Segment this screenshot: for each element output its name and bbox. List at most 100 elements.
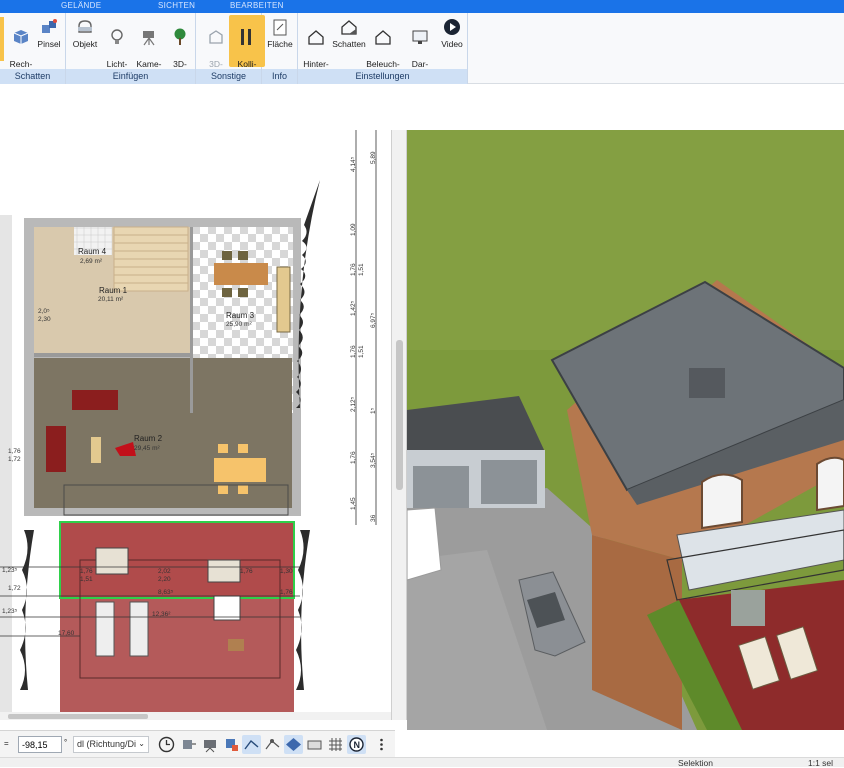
north-arrow-icon[interactable]: N xyxy=(347,735,366,754)
grid-icon[interactable] xyxy=(326,735,345,754)
flaeche-label: Fläche xyxy=(267,39,293,49)
dim-terrace-3: 2,20 xyxy=(158,576,171,583)
dim-right-1: 5,89 xyxy=(370,151,377,164)
area-document-icon xyxy=(273,19,287,36)
dim-right-7: 1,76 xyxy=(350,345,357,358)
dim-left-3: 1,72 xyxy=(8,456,21,463)
layer-icon[interactable] xyxy=(284,735,303,754)
lichtquelle-button[interactable]: Licht- quelle xyxy=(99,15,135,79)
status-bar: Selektion 1:1 sel xyxy=(0,757,844,768)
room-area-raum2: 29,45 m² xyxy=(134,445,160,452)
dim-right-14: 36 xyxy=(370,514,377,522)
objekt-button[interactable]: Objekt xyxy=(67,15,103,67)
room-label-raum2: Raum 2 xyxy=(134,434,163,443)
tree-icon xyxy=(174,28,186,45)
dim-left-2: 1,76 xyxy=(8,448,21,455)
dim-left-6: 1,23⁵ xyxy=(2,608,18,615)
ribbon-tab-bar: GELÄNDE SICHTEN BEARBEITEN xyxy=(0,0,844,13)
dim-left-4: 1,23⁵ xyxy=(2,567,18,574)
group-label-einstellungen: Einstellungen xyxy=(298,69,467,84)
house-shadow-icon xyxy=(341,20,357,35)
3d-scene xyxy=(407,130,844,730)
angle-input[interactable] xyxy=(18,736,62,753)
room-label-raum3: Raum 3 xyxy=(226,311,255,320)
hintergrund-button[interactable]: Hinter- grund xyxy=(298,15,334,79)
pinsel-label: Pinsel xyxy=(37,39,61,49)
camera-tripod-icon xyxy=(143,31,155,46)
view-splitter[interactable] xyxy=(391,130,407,720)
3d-view[interactable] xyxy=(407,130,844,730)
light-bulb-icon xyxy=(111,29,123,44)
more-options-icon[interactable] xyxy=(372,735,391,754)
direction-select[interactable]: dl (Richtung/Di ⌄ xyxy=(73,736,149,753)
group-label-sonstige: Sonstige xyxy=(196,69,261,84)
ribbon-group-einstellungen: Hinter- grund Schatten Beleuch- tung Dar… xyxy=(298,13,468,84)
cube-icon xyxy=(13,30,29,44)
ribbon-group-einfuegen: Objekt Licht- quelle Kame- ra 3D- Bitmap… xyxy=(66,13,196,84)
chair-move-icon[interactable] xyxy=(179,735,198,754)
schatten-button[interactable]: Schatten xyxy=(331,15,367,67)
ribbon: Rech- nen Pinsel Schatten Objekt Licht- … xyxy=(0,13,844,84)
camera-view-icon[interactable] xyxy=(201,735,220,754)
clock-icon[interactable] xyxy=(157,735,176,754)
dim-terrace-2: 2,02 xyxy=(158,568,171,575)
dim-left-0: 2,0⁵ xyxy=(38,308,50,315)
dim-right-10: 1⁵ xyxy=(370,407,377,414)
splitter-scroll-thumb[interactable] xyxy=(396,340,403,490)
snap-points-icon[interactable] xyxy=(263,735,282,754)
room-label-raum1: Raum 1 xyxy=(99,286,128,295)
video-button[interactable]: Video xyxy=(434,15,470,67)
svg-text:N: N xyxy=(354,740,361,750)
beleuchtung-button[interactable]: Beleuch- tung xyxy=(365,15,401,79)
bitmap3d-button[interactable]: 3D- Bitmap xyxy=(162,15,198,79)
cubes-brush-icon xyxy=(42,19,57,33)
tab-sichten[interactable]: SICHTEN xyxy=(158,1,195,10)
dim-left-1: 2,30 xyxy=(38,316,51,323)
surface-icon[interactable] xyxy=(305,735,324,754)
dim-right-9: 2,12⁵ xyxy=(350,396,357,412)
flaeche-button[interactable]: Fläche xyxy=(262,15,298,67)
room-area-raum1: 20,11 m² xyxy=(98,296,124,303)
group-label-info: Info xyxy=(262,69,297,84)
dim-right-5: 1,42⁵ xyxy=(350,300,357,316)
dim-left-5: 1,72 xyxy=(8,585,21,592)
tab-bearbeiten[interactable]: BEARBEITEN xyxy=(230,1,284,10)
play-circle-icon xyxy=(444,19,460,35)
house-light-icon xyxy=(375,30,391,45)
dim-right-11: 1,76 xyxy=(350,451,357,464)
angle-unit-label: ° xyxy=(64,738,68,747)
room-area-raum4: 2,69 m² xyxy=(80,258,103,265)
darstellung-button[interactable]: Dar- stellung xyxy=(402,15,438,79)
dim-right-2: 1,09 xyxy=(350,223,357,236)
paint-icon[interactable] xyxy=(222,735,241,754)
group-label-schatten: Schatten xyxy=(0,69,65,84)
dim-terrace-0: 1,76 xyxy=(80,568,93,575)
pinsel-button[interactable]: Pinsel xyxy=(31,15,67,67)
dim-right-8: 1,51 xyxy=(358,345,365,358)
dim-terrace-4: 1,76 xyxy=(240,568,253,575)
dim-right-3: 1,76 xyxy=(350,263,357,276)
armchair-icon xyxy=(78,20,92,33)
schatten-label: Schatten xyxy=(332,39,366,49)
dim-right-4: 1,51 xyxy=(358,263,365,276)
dim-right-12: 3,54⁵ xyxy=(370,452,377,468)
snap-line-icon[interactable] xyxy=(242,735,261,754)
dim-terrace-1: 1,51 xyxy=(80,576,93,583)
house-background-icon xyxy=(308,30,324,45)
floor-plan-view[interactable]: Raum 4 2,69 m² Raum 1 20,11 m² Raum 3 25… xyxy=(0,130,391,720)
ribbon-group-schatten: Rech- nen Pinsel Schatten xyxy=(0,13,66,84)
section-cut-icon xyxy=(209,30,223,44)
dim-right-13: 1,45 xyxy=(350,497,357,510)
dim-left-7: 17,60 xyxy=(58,630,75,637)
collision-wall-icon xyxy=(241,29,251,45)
kollision-button[interactable]: Kolli- sion xyxy=(229,15,265,79)
tab-gelaende[interactable]: GELÄNDE xyxy=(61,1,101,10)
room-area-raum3: 25,90 m² xyxy=(226,321,252,328)
dim-terrace-7: 12,36² xyxy=(152,611,171,618)
dim-right-0: 4,14⁵ xyxy=(350,156,357,172)
dim-right-6: 6,97⁵ xyxy=(370,312,377,328)
group-label-einfuegen: Einfügen xyxy=(66,69,195,84)
dim-terrace-8: 1,76 xyxy=(280,589,293,596)
monitor-icon xyxy=(412,30,428,44)
video-label: Video xyxy=(441,39,463,49)
